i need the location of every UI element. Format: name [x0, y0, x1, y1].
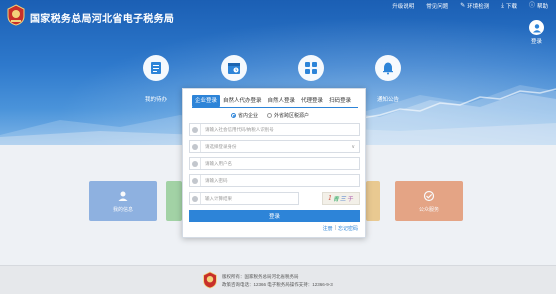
link-separator: | — [334, 225, 336, 231]
nav-upgrade-label: 升级说明 — [392, 4, 415, 10]
footer-hotline: 政策咨询电话：12366 电子税务局操作支持：12366-9-3 — [222, 282, 333, 287]
radio-out-province-label: 外省跨区税源户 — [274, 113, 310, 119]
footer-text: 版权所有：国家税务总局河北省税务局 政策咨询电话：12366 电子税务局操作支持… — [222, 273, 333, 289]
captcha-char: 三 — [339, 196, 347, 203]
password-placeholder: 请输入密码 — [205, 177, 228, 183]
shield-icon — [190, 193, 201, 204]
help-icon: ⓘ — [528, 3, 535, 9]
username-input[interactable]: 请输入用户名 — [189, 157, 360, 170]
hero-todo-label: 我的待办 — [144, 97, 167, 103]
user-icon — [190, 158, 201, 169]
login-tabs: 企业登录 自然人代办登录 自然人登录 代理登录 扫码登录 — [192, 95, 354, 107]
tile-public-service[interactable]: 公众服务 — [395, 181, 463, 221]
enterprise-type-radios: 省内企业 外省跨区税源户 — [231, 112, 309, 119]
identity-icon — [190, 141, 201, 152]
register-link[interactable]: 注册 — [323, 225, 333, 232]
top-nav: 升级说明 常见问题 ✎ 环境检测 ⤓ 下载 ⓘ 帮助 — [392, 2, 548, 10]
identity-select[interactable]: 请选择登录身份 ∨ — [189, 140, 360, 153]
todo-icon — [151, 62, 161, 74]
nav-download[interactable]: ⤓ 下载 — [501, 2, 517, 10]
tab-proxy-login[interactable]: 代理登录 — [298, 95, 326, 107]
captcha-input[interactable]: 输入计算结果 — [189, 192, 299, 205]
radio-dot-checked — [231, 113, 236, 118]
captcha-image[interactable]: 1 青 三 千 — [322, 192, 360, 205]
tab-agent-login[interactable]: 自然人代办登录 — [220, 95, 265, 107]
hero-todo[interactable]: 我的待办 — [141, 55, 171, 103]
user-login-button[interactable] — [529, 20, 544, 35]
tab-natural-person-login[interactable]: 自然人登录 — [265, 95, 299, 107]
apps-icon — [305, 62, 317, 74]
nav-download-label: 下载 — [505, 4, 517, 10]
bell-icon — [383, 62, 393, 75]
nav-help-label: 帮助 — [536, 4, 548, 10]
top-header: 国家税务总局河北省电子税务局 升级说明 常见问题 ✎ 环境检测 ⤓ 下载 ⓘ 帮… — [0, 0, 556, 45]
nav-help[interactable]: ⓘ 帮助 — [529, 2, 548, 10]
password-input[interactable]: 请输入密码 — [189, 174, 360, 187]
captcha-char: 千 — [346, 196, 354, 203]
nav-faq[interactable]: 常见问题 — [426, 2, 448, 10]
service-icon — [423, 190, 435, 201]
captcha-placeholder: 输入计算结果 — [205, 195, 232, 201]
forgot-password-link[interactable]: 忘记密码 — [338, 225, 358, 232]
chevron-down-icon: ∨ — [351, 144, 355, 150]
identity-placeholder: 请选择登录身份 — [205, 143, 237, 149]
radio-dot-unchecked — [267, 113, 273, 118]
radio-out-province[interactable]: 外省跨区税源户 — [267, 112, 309, 119]
footer: 版权所有：国家税务总局河北省税务局 政策咨询电话：12366 电子税务局操作支持… — [0, 265, 556, 294]
tile-public-service-label: 公众服务 — [418, 206, 439, 213]
user-icon — [118, 191, 128, 201]
tile-my-info[interactable]: 我的信息 — [89, 181, 157, 221]
nav-env-check[interactable]: ✎ 环境检测 — [460, 2, 489, 10]
credit-code-placeholder: 请输入社会信用代码/纳税人识别号 — [205, 126, 274, 132]
calendar-icon — [228, 63, 240, 74]
credit-code-input[interactable]: 请输入社会信用代码/纳税人识别号 — [189, 123, 360, 136]
nav-upgrade-notes[interactable]: 升级说明 — [392, 2, 414, 10]
id-card-icon — [190, 124, 201, 135]
env-check-icon: ✎ — [460, 3, 466, 9]
tabs-underline — [192, 107, 358, 108]
download-icon: ⤓ — [501, 3, 504, 9]
login-submit-button[interactable]: 登录 — [189, 210, 360, 222]
radio-in-province-label: 省内企业 — [238, 113, 259, 119]
tax-emblem-icon — [203, 271, 217, 289]
tab-qr-login[interactable]: 扫码登录 — [326, 95, 354, 107]
tile-my-info-label: 我的信息 — [112, 206, 133, 213]
hero-notice[interactable]: 通知公告 — [373, 55, 403, 103]
account-links: 注册 | 忘记密码 — [323, 225, 358, 232]
tab-enterprise-login[interactable]: 企业登录 — [192, 95, 221, 107]
login-modal: 企业登录 自然人代办登录 自然人登录 代理登录 扫码登录 省内企业 外省跨区税源… — [182, 88, 366, 238]
lock-icon — [190, 175, 201, 186]
username-placeholder: 请输入用户名 — [205, 160, 232, 166]
radio-in-province[interactable]: 省内企业 — [231, 112, 258, 119]
nav-faq-label: 常见问题 — [426, 4, 449, 10]
tile-yellow[interactable] — [366, 181, 380, 221]
site-title: 国家税务总局河北省电子税务局 — [30, 14, 175, 25]
hero-notice-label: 通知公告 — [376, 97, 399, 103]
nav-env-check-label: 环境检测 — [467, 4, 490, 10]
footer-copyright: 版权所有：国家税务总局河北省税务局 — [222, 274, 299, 279]
tile-green[interactable] — [166, 181, 182, 221]
tax-emblem-icon — [7, 4, 25, 26]
user-icon — [532, 23, 541, 32]
captcha-char: 青 — [332, 196, 340, 203]
user-login-label[interactable]: 登录 — [529, 37, 544, 45]
